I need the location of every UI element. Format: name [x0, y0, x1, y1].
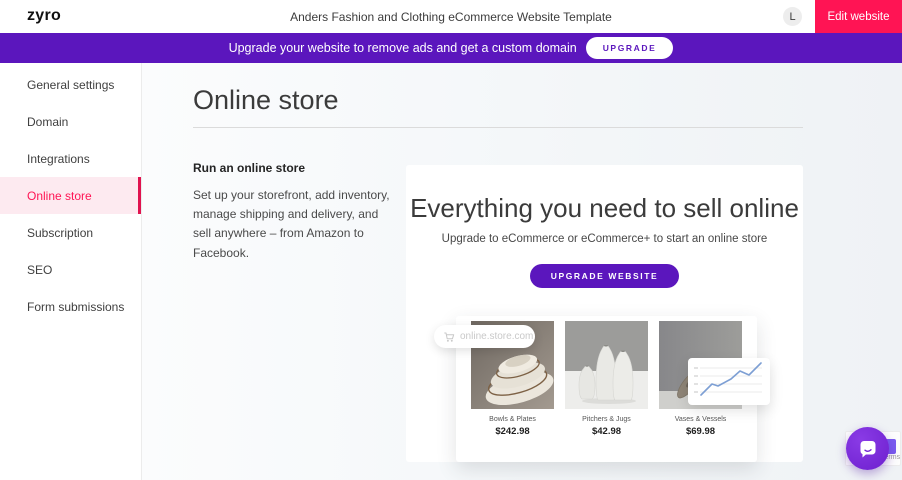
- edit-website-button[interactable]: Edit website: [815, 0, 902, 33]
- upgrade-banner-button[interactable]: UPGRADE: [586, 37, 674, 59]
- main-content: Online store Run an online store Set up …: [142, 63, 902, 480]
- page-title: Online store: [193, 85, 339, 116]
- product-name: Bowls & Plates: [471, 416, 554, 423]
- settings-sidebar: General settings Domain Integrations Onl…: [0, 63, 142, 480]
- upsell-panel: Everything you need to sell online Upgra…: [406, 165, 803, 462]
- chat-bubble-icon: [856, 437, 880, 461]
- site-title: Anders Fashion and Clothing eCommerce We…: [0, 10, 902, 24]
- chat-launcher-button[interactable]: [846, 427, 889, 470]
- product-name: Vases & Vessels: [659, 416, 742, 423]
- upgrade-banner-text: Upgrade your website to remove ads and g…: [229, 41, 577, 55]
- intro-block: Run an online store Set up your storefro…: [193, 161, 393, 263]
- sales-chart-card: [688, 358, 770, 405]
- upgrade-website-button[interactable]: UPGRADE WEBSITE: [530, 264, 680, 288]
- sidebar-item-domain[interactable]: Domain: [0, 103, 141, 140]
- product-price: $242.98: [471, 426, 554, 437]
- store-url-pill: online.store.com: [434, 325, 535, 348]
- product-name: Pitchers & Jugs: [565, 416, 648, 423]
- intro-title: Run an online store: [193, 161, 393, 175]
- title-divider: [193, 127, 803, 128]
- cart-icon: [443, 331, 455, 343]
- user-avatar[interactable]: L: [783, 7, 802, 26]
- sidebar-item-subscription[interactable]: Subscription: [0, 214, 141, 251]
- sidebar-item-seo[interactable]: SEO: [0, 251, 141, 288]
- app-window: zyro Anders Fashion and Clothing eCommer…: [0, 0, 902, 480]
- sidebar-item-integrations[interactable]: Integrations: [0, 140, 141, 177]
- sidebar-item-online-store[interactable]: Online store: [0, 177, 141, 214]
- product-photo-pitchers: [565, 321, 648, 409]
- upsell-subheading: Upgrade to eCommerce or eCommerce+ to st…: [406, 233, 803, 245]
- product-price: $42.98: [565, 426, 648, 437]
- top-header: zyro Anders Fashion and Clothing eCommer…: [0, 0, 902, 33]
- intro-description: Set up your storefront, add inventory, m…: [193, 186, 393, 263]
- product-price: $69.98: [659, 426, 742, 437]
- upsell-heading: Everything you need to sell online: [406, 165, 803, 224]
- upgrade-banner: Upgrade your website to remove ads and g…: [0, 33, 902, 63]
- line-chart-graphic: [688, 358, 770, 405]
- sidebar-item-form-submissions[interactable]: Form submissions: [0, 288, 141, 325]
- product-card-pitchers: Pitchers & Jugs $42.98: [565, 321, 648, 437]
- store-url-text: online.store.com: [460, 331, 533, 342]
- sidebar-item-general-settings[interactable]: General settings: [0, 66, 141, 103]
